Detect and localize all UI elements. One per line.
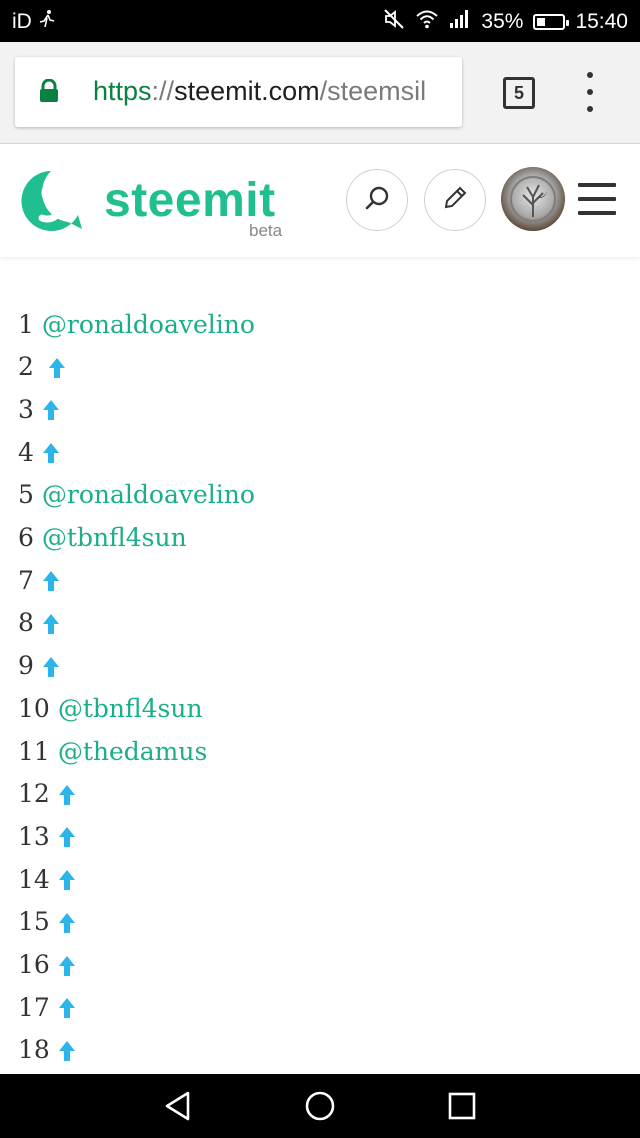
running-icon [38,9,56,35]
back-icon[interactable] [160,1088,196,1124]
clock: 15:40 [575,10,628,33]
menu-button[interactable] [578,183,616,215]
carrier-label: iD [12,10,32,33]
signal-icon [449,9,471,35]
battery-fill [537,18,546,26]
battery-percent: 35% [481,10,524,33]
search-button[interactable] [346,169,408,231]
list-item-number: 11 [18,736,50,766]
upvote-arrow-icon [58,996,76,1019]
list-item: 2 [18,346,66,388]
address-bar[interactable]: https://steemit.com/steemsil [15,57,462,127]
list-item: 3 [18,388,60,430]
status-right: 35% 15:40 [383,8,628,36]
user-mention-link[interactable]: @tbnfl4sun [58,694,203,723]
upvote-arrow-icon [58,868,76,891]
list-item-number: 7 [18,565,34,595]
pencil-icon [442,185,468,216]
upvote-arrow-icon [58,783,76,805]
upvote-arrow-icon [42,569,60,592]
list-item-number: 10 [18,693,50,723]
upvote-arrow-icon [48,356,66,378]
user-mention-link[interactable]: @tbnfl4sun [42,523,187,552]
list-item: 4 [18,431,60,473]
list-item: 9 [18,645,60,687]
tab-switcher-button[interactable]: 5 [503,77,535,109]
list-item: 5 @ronaldoavelino [18,474,255,516]
upvote-arrow-icon [58,954,76,976]
upvote-arrow-icon [42,398,60,421]
list-item-number: 5 [18,480,34,510]
list-item-number: 13 [18,821,50,851]
list-item: 6 @tbnfl4sun [18,517,187,559]
dot-icon [587,89,593,95]
lock-icon [39,78,59,103]
list-item-number: 12 [18,779,50,809]
brand-beta-label: beta [249,221,283,240]
upvote-arrow-icon [58,911,76,933]
user-mention-link[interactable]: @thedamus [58,737,208,766]
dot-icon [587,72,593,78]
list-item: 13 [18,815,76,857]
upvote-arrow-icon [58,1039,76,1061]
status-left: iD [12,9,56,35]
list-item-number: 4 [18,437,34,467]
hamburger-line [578,211,616,215]
list-item-number: 2 [18,352,34,382]
list-item-number: 6 [18,523,34,552]
list-item-number: 8 [18,608,34,638]
submit-story-button[interactable] [424,169,486,231]
list-item-number: 9 [18,651,34,681]
url-path: /steemsil [319,76,427,106]
home-icon[interactable] [302,1088,338,1124]
list-item-number: 18 [18,1035,50,1065]
list-item: 1 @ronaldoavelino [18,303,255,345]
list-item: 12 [18,773,76,815]
recent-apps-icon[interactable] [444,1088,480,1124]
url-scheme: https [93,76,152,106]
list-item: 7 [18,559,60,601]
list-item: 14 [18,858,76,900]
list-item-number: 14 [18,864,50,894]
list-item-number: 15 [18,907,50,937]
search-icon [364,185,390,216]
mute-icon [383,8,405,36]
upvote-arrow-icon [42,655,60,677]
list-item: 17 [18,986,76,1028]
upvote-arrow-icon [42,441,60,464]
user-avatar[interactable] [501,167,565,231]
user-mention-link[interactable]: @ronaldoavelino [42,310,255,339]
list-item: 18 [18,1029,76,1071]
list-item: 8 [18,602,60,644]
battery-icon [533,14,570,30]
list-item-number: 3 [18,394,34,424]
list-item-number: 16 [18,950,50,979]
browser-toolbar: https://steemit.com/steemsil 5 [0,42,640,144]
hamburger-line [578,183,616,187]
site-header: steemit beta [0,145,640,257]
url-separator: :// [151,76,175,106]
list-item-number: 1 [18,309,34,339]
url-text: https://steemit.com/steemsil [93,76,426,107]
browser-menu-button[interactable] [580,72,600,112]
list-item: 10 @tbnfl4sun [18,687,203,729]
dot-icon [587,106,593,112]
upvote-arrow-icon [42,612,60,634]
list-item-number: 17 [18,992,50,1022]
steemit-logo-icon[interactable] [16,167,86,237]
android-nav-bar [0,1074,640,1138]
upvote-arrow-icon [58,825,76,848]
url-host: steemit.com [174,76,320,106]
hamburger-line [578,197,616,201]
list-item: 16 [18,944,76,986]
user-mention-link[interactable]: @ronaldoavelino [42,480,255,509]
list-item: 15 [18,901,76,943]
status-bar: iD 35% 15:40 [0,0,640,42]
list-item: 11 @thedamus [18,730,207,772]
brand-name[interactable]: steemit [104,173,276,228]
wifi-icon [415,9,439,35]
